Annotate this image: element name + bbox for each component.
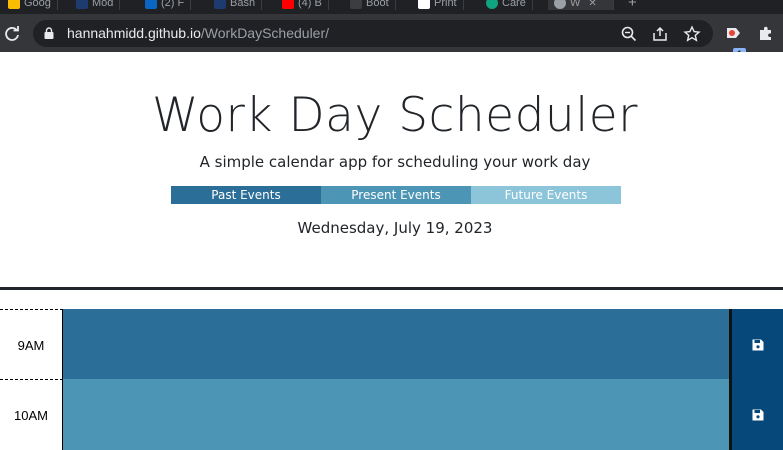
- hour-label: 10AM: [0, 379, 63, 450]
- bootstrap-icon: [76, 0, 88, 9]
- hour-label: 9AM: [0, 309, 63, 380]
- chatgpt-icon: [486, 0, 498, 9]
- browser-tab[interactable]: Mod: [70, 0, 121, 10]
- new-tab-icon[interactable]: +: [628, 0, 637, 11]
- reload-icon[interactable]: [2, 24, 22, 44]
- header-jumbotron: Work Day Scheduler A simple calendar app…: [0, 52, 783, 288]
- page-subtitle: A simple calendar app for scheduling you…: [199, 153, 591, 171]
- tab-title: (4) B: [298, 0, 322, 9]
- browser-tab[interactable]: (4) B: [276, 0, 329, 10]
- browser-tab-active[interactable]: W ✕: [548, 0, 614, 10]
- save-button[interactable]: [729, 309, 783, 380]
- page-content: Work Day Scheduler A simple calendar app…: [0, 52, 783, 450]
- floppy-disk-icon: [752, 339, 763, 350]
- url-path: /WorkDayScheduler/: [200, 25, 330, 41]
- url-host: hannahmidd.github.io: [67, 25, 201, 41]
- browser-tab[interactable]: Boot: [344, 0, 396, 10]
- time-legend: Past Events Present Events Future Events: [171, 186, 621, 204]
- floppy-disk-icon: [752, 409, 763, 420]
- close-tab-icon[interactable]: ✕: [588, 0, 596, 9]
- browser-tab-strip: Goog Mod (2) F Bash (4) B Boot Print Car…: [0, 0, 783, 14]
- browser-tab[interactable]: Print: [412, 0, 464, 10]
- notion-icon: [418, 0, 430, 9]
- time-block-row: 10AM: [0, 379, 783, 450]
- legend-past: Past Events: [171, 186, 321, 204]
- linkedin-icon: [145, 0, 157, 9]
- browser-tab[interactable]: Goog: [2, 0, 58, 10]
- tab-title: W: [570, 0, 581, 9]
- tab-title: (2) F: [161, 0, 185, 9]
- event-description-input[interactable]: [63, 379, 729, 450]
- globe-icon: [554, 0, 566, 9]
- share-icon[interactable]: [651, 25, 669, 43]
- url-text: hannahmidd.github.io/WorkDayScheduler/: [67, 25, 329, 41]
- tab-title: Print: [434, 0, 457, 9]
- current-date: Wednesday, July 19, 2023: [297, 219, 493, 237]
- time-block-row: 9AM: [0, 309, 783, 380]
- save-button[interactable]: [729, 379, 783, 450]
- tab-title: Bash: [230, 0, 256, 9]
- google-icon: [8, 0, 20, 9]
- tab-title: Mod: [92, 0, 114, 9]
- extension-icon[interactable]: [724, 24, 744, 44]
- browser-tab[interactable]: Bash: [208, 0, 263, 10]
- puzzle-extensions-icon[interactable]: [756, 24, 776, 44]
- zoom-icon[interactable]: [620, 25, 638, 43]
- bootstrap-icon: [350, 0, 362, 9]
- youtube-icon: [282, 0, 294, 9]
- browser-toolbar: hannahmidd.github.io/WorkDayScheduler/ 1: [0, 14, 783, 60]
- bash-icon: [214, 0, 226, 9]
- event-description-input[interactable]: [63, 309, 729, 380]
- browser-tab[interactable]: Care: [480, 0, 533, 10]
- legend-present: Present Events: [321, 186, 471, 204]
- browser-tab[interactable]: (2) F: [139, 0, 192, 10]
- lock-icon[interactable]: [44, 27, 54, 39]
- tab-title: Care: [502, 0, 526, 9]
- tab-title: Goog: [24, 0, 51, 9]
- page-title: Work Day Scheduler: [152, 88, 638, 143]
- address-bar[interactable]: hannahmidd.github.io/WorkDayScheduler/: [33, 20, 713, 47]
- header-divider: [0, 287, 783, 290]
- bookmark-star-icon[interactable]: [683, 25, 701, 43]
- tab-title: Boot: [366, 0, 389, 9]
- legend-future: Future Events: [471, 186, 621, 204]
